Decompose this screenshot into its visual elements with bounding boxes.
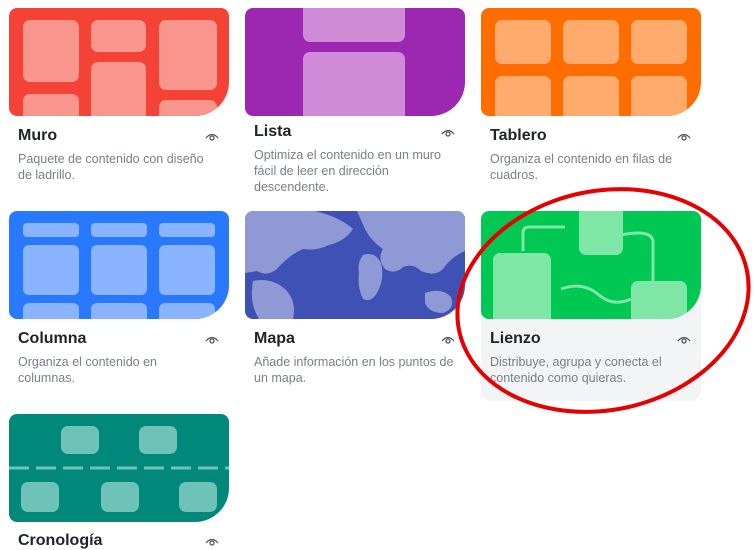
stream-illustration	[245, 8, 465, 116]
layout-description: Optimiza el contenido en un muro fácil d…	[254, 148, 441, 194]
layout-title: Columna	[18, 330, 87, 347]
stream-thumbnail	[245, 8, 465, 116]
layout-description: Añade información en los puntos de un ma…	[254, 355, 454, 385]
eye-icon[interactable]	[677, 335, 691, 345]
timeline-thumbnail	[9, 414, 229, 522]
layout-description: Organiza el contenido en filas de cuadro…	[490, 152, 673, 182]
shelf-illustration	[9, 211, 229, 319]
layout-title: Lienzo	[490, 330, 541, 347]
shelf-thumbnail	[9, 211, 229, 319]
layout-title: Mapa	[254, 330, 295, 347]
layout-card-stream[interactable]: Lista Optimiza el contenido en un muro f…	[245, 8, 465, 198]
eye-icon[interactable]	[677, 132, 691, 142]
layout-card-timeline[interactable]: Cronología	[9, 414, 229, 549]
canvas-thumbnail	[481, 211, 701, 319]
grid-illustration	[481, 8, 701, 116]
layout-card-canvas[interactable]: Lienzo Distribuye, agrupa y conecta el c…	[481, 211, 701, 401]
layout-title: Cronología	[18, 532, 103, 549]
wall-illustration	[9, 8, 229, 116]
layout-card-shelf[interactable]: Columna Organiza el contenido en columna…	[9, 211, 229, 401]
layout-card-map[interactable]: Mapa Añade información en los puntos de …	[245, 211, 465, 401]
eye-icon[interactable]	[205, 132, 219, 142]
eye-icon[interactable]	[205, 537, 219, 547]
map-illustration	[245, 211, 465, 319]
layout-title: Lista	[254, 123, 292, 140]
eye-icon[interactable]	[441, 335, 455, 345]
map-thumbnail	[245, 211, 465, 319]
layout-card-grid[interactable]: Tablero Organiza el contenido en filas d…	[481, 8, 701, 198]
layout-card-wall[interactable]: Muro Paquete de contenido con diseño de …	[9, 8, 229, 198]
eye-icon[interactable]	[441, 128, 455, 138]
layout-title: Muro	[18, 127, 58, 144]
timeline-illustration	[9, 414, 229, 522]
grid-thumbnail	[481, 8, 701, 116]
canvas-illustration	[481, 211, 701, 319]
wall-thumbnail	[9, 8, 229, 116]
layout-description: Paquete de contenido con diseño de ladri…	[18, 152, 204, 182]
layout-description: Organiza el contenido en columnas.	[18, 355, 157, 385]
eye-icon[interactable]	[205, 335, 219, 345]
layout-title: Tablero	[490, 127, 547, 144]
layout-description: Distribuye, agrupa y conecta el contenid…	[490, 355, 662, 385]
